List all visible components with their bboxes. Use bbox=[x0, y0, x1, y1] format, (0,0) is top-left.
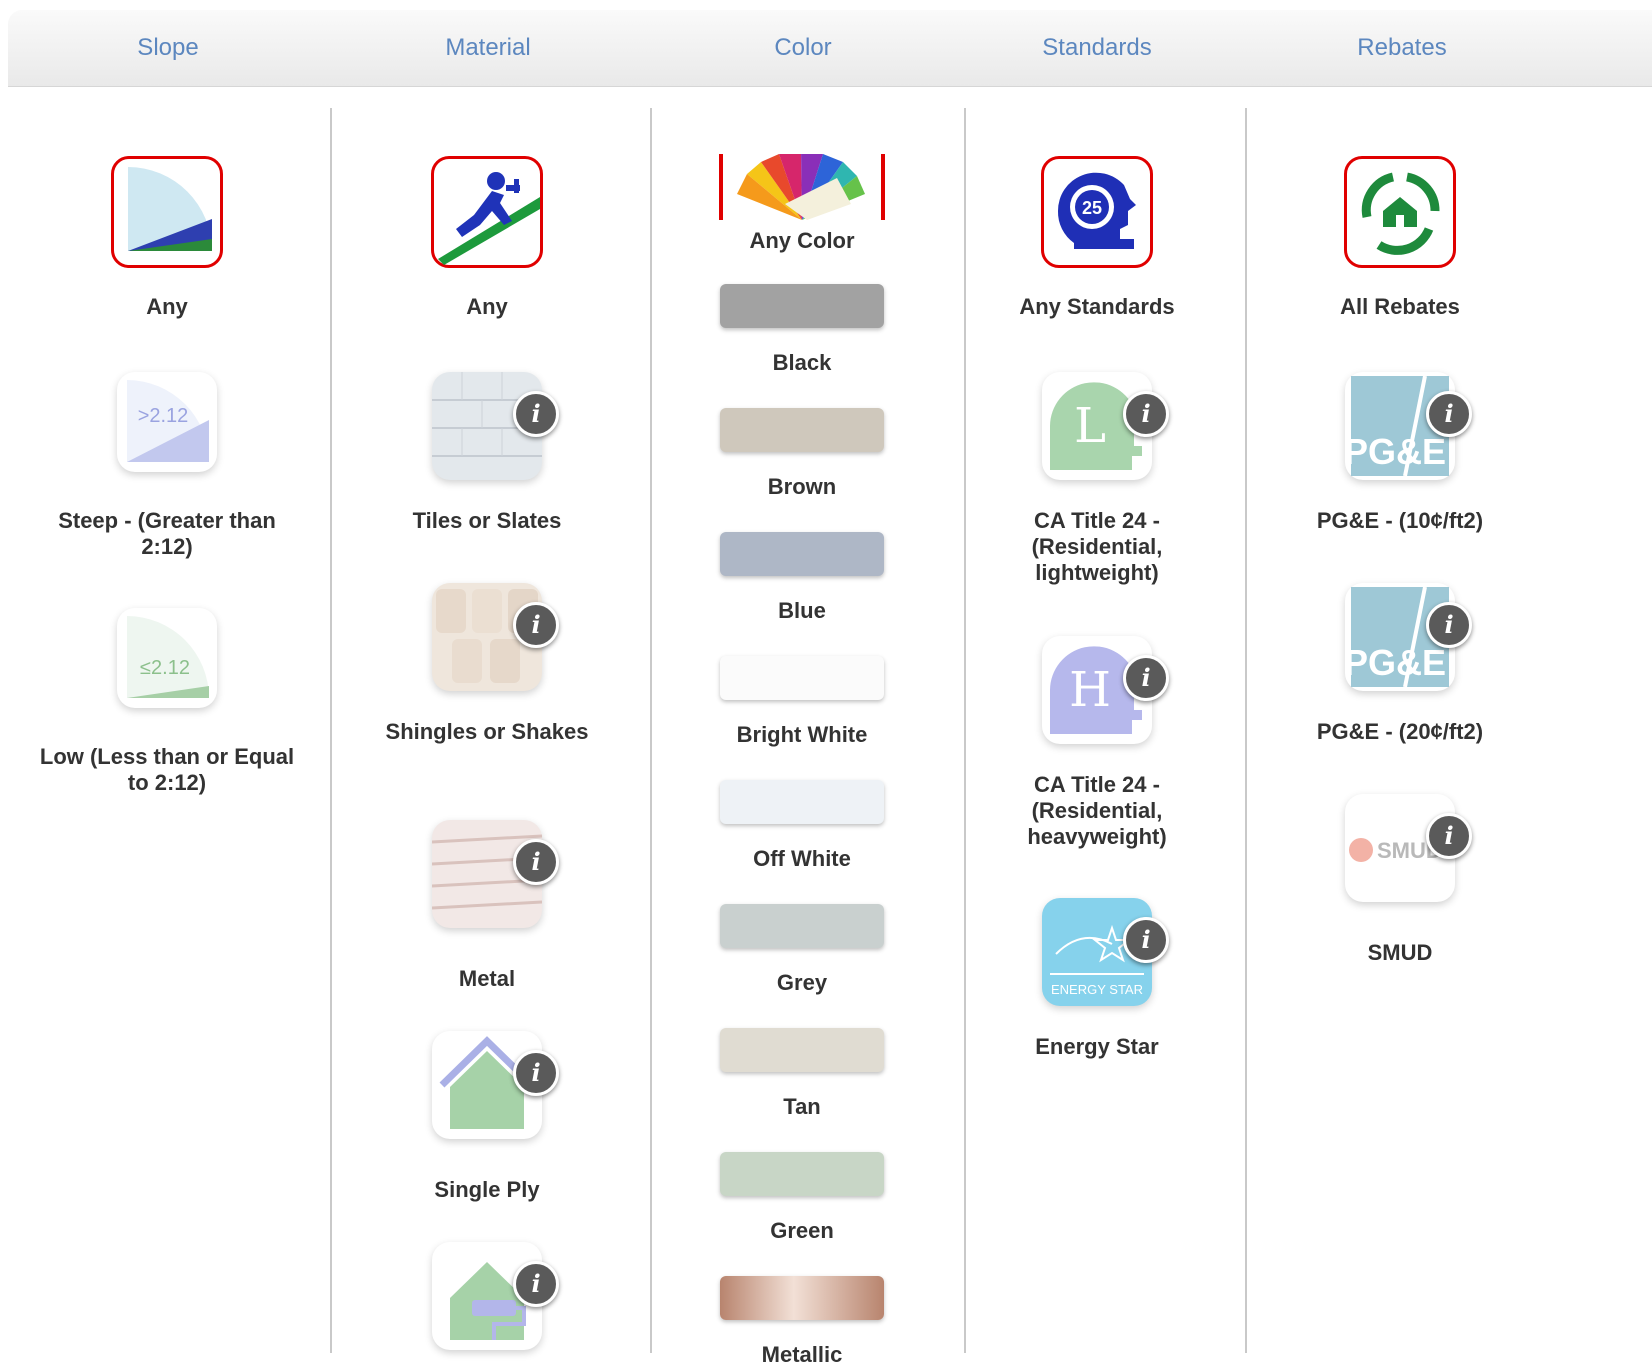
material-option-tiles[interactable]: i Tiles or Slates bbox=[357, 372, 617, 572]
slope-label: Steep - (Greater than 2:12) bbox=[58, 508, 276, 559]
info-icon[interactable]: i bbox=[513, 839, 559, 885]
color-swatch[interactable] bbox=[720, 656, 884, 700]
color-swatch[interactable] bbox=[720, 1152, 884, 1196]
low-slope-icon: ≤2.12 bbox=[117, 608, 217, 708]
svg-text:PG&E: PG&E bbox=[1345, 642, 1446, 683]
info-icon[interactable]: i bbox=[513, 602, 559, 648]
column-divider bbox=[964, 108, 966, 1353]
info-icon[interactable]: i bbox=[1123, 917, 1169, 963]
standards-option-energy-star[interactable]: ENERGY STAR i Energy Star bbox=[967, 898, 1227, 1068]
svg-text:H: H bbox=[1069, 662, 1111, 718]
steep-slope-icon: >2.12 bbox=[117, 372, 217, 472]
info-icon[interactable]: i bbox=[513, 391, 559, 437]
tab-rebates[interactable]: Rebates bbox=[1357, 34, 1446, 62]
standards-option-any[interactable]: 25 Any Standards bbox=[967, 156, 1227, 326]
info-icon[interactable]: i bbox=[513, 1050, 559, 1096]
color-swatch[interactable] bbox=[720, 1276, 884, 1320]
color-option-any[interactable]: Any Color bbox=[712, 150, 892, 260]
standards-label: CA Title 24 - (Residential, lightweight) bbox=[1031, 508, 1163, 585]
color-label: Metallic bbox=[761, 1342, 843, 1367]
svg-text:L: L bbox=[1074, 398, 1106, 454]
color-label: Brown bbox=[767, 474, 837, 499]
color-label: Grey bbox=[776, 970, 828, 995]
roofer-icon bbox=[431, 156, 543, 268]
info-icon[interactable]: i bbox=[1123, 655, 1169, 701]
standards-option-ca-title24-light[interactable]: L i CA Title 24 - (Residential, lightwei… bbox=[967, 372, 1227, 602]
rebates-label: PG&E - (10¢/ft2) bbox=[1316, 508, 1484, 533]
slope-any-icon bbox=[111, 156, 223, 268]
info-icon[interactable]: i bbox=[1426, 391, 1472, 437]
svg-text:>2.12: >2.12 bbox=[138, 405, 189, 427]
color-fan-icon bbox=[719, 154, 885, 220]
slope-label: Any bbox=[146, 294, 188, 319]
standards-option-ca-title24-heavy[interactable]: H i CA Title 24 - (Residential, heavywei… bbox=[967, 636, 1227, 866]
material-option-shingles[interactable]: i Shingles or Shakes bbox=[357, 583, 617, 783]
tab-slope[interactable]: Slope bbox=[137, 34, 198, 62]
color-label: Any Color bbox=[749, 228, 855, 253]
rebates-label: PG&E - (20¢/ft2) bbox=[1316, 719, 1484, 744]
rebates-option-all[interactable]: All Rebates bbox=[1270, 156, 1530, 326]
info-icon[interactable]: i bbox=[1426, 813, 1472, 859]
slope-option-any[interactable]: Any bbox=[37, 156, 297, 326]
tab-material[interactable]: Material bbox=[445, 34, 530, 62]
color-label: Black bbox=[772, 350, 832, 375]
column-divider bbox=[650, 108, 652, 1353]
slope-label: Low (Less than or Equal to 2:12) bbox=[39, 744, 295, 795]
tab-standards[interactable]: Standards bbox=[1042, 34, 1151, 62]
color-swatch[interactable] bbox=[720, 408, 884, 452]
color-swatch[interactable] bbox=[720, 904, 884, 948]
rebates-label: SMUD bbox=[1367, 940, 1433, 965]
rebates-option-pge-20[interactable]: PG&E i PG&E - (20¢/ft2) bbox=[1270, 583, 1530, 753]
info-icon[interactable]: i bbox=[1426, 602, 1472, 648]
column-divider bbox=[330, 108, 332, 1353]
color-swatch[interactable] bbox=[720, 1028, 884, 1072]
color-label: Bright White bbox=[736, 722, 868, 747]
color-label: Off White bbox=[753, 846, 851, 871]
measuring-tape-icon: 25 bbox=[1041, 156, 1153, 268]
color-swatch[interactable] bbox=[720, 284, 884, 328]
color-swatch[interactable] bbox=[720, 780, 884, 824]
color-label: Blue bbox=[778, 598, 826, 623]
svg-text:ENERGY STAR: ENERGY STAR bbox=[1051, 982, 1143, 997]
material-option-coating[interactable]: i bbox=[357, 1242, 617, 1353]
color-label: Green bbox=[770, 1218, 834, 1243]
column-divider bbox=[1245, 108, 1247, 1353]
svg-text:PG&E: PG&E bbox=[1345, 431, 1446, 472]
material-label: Metal bbox=[458, 966, 516, 991]
material-option-metal[interactable]: i Metal bbox=[357, 820, 617, 991]
standards-label: CA Title 24 - (Residential, heavyweight) bbox=[1027, 772, 1167, 849]
material-option-single-ply[interactable]: i Single Ply bbox=[357, 1031, 617, 1202]
standards-label: Any Standards bbox=[1019, 294, 1175, 319]
svg-text:≤2.12: ≤2.12 bbox=[140, 657, 190, 679]
rebates-label: All Rebates bbox=[1340, 294, 1460, 319]
rebates-option-pge-10[interactable]: PG&E i PG&E - (10¢/ft2) bbox=[1270, 372, 1530, 542]
material-label: Shingles or Shakes bbox=[385, 719, 589, 744]
standards-label: Energy Star bbox=[1035, 1034, 1159, 1059]
rebates-option-smud[interactable]: SMUD i SMUD bbox=[1270, 794, 1530, 965]
color-swatch[interactable] bbox=[720, 532, 884, 576]
material-label: Tiles or Slates bbox=[412, 508, 562, 533]
material-label: Single Ply bbox=[434, 1177, 540, 1202]
color-label: Tan bbox=[783, 1094, 821, 1119]
info-icon[interactable]: i bbox=[1123, 391, 1169, 437]
tab-color[interactable]: Color bbox=[774, 34, 831, 62]
info-icon[interactable]: i bbox=[513, 1261, 559, 1307]
slope-option-steep[interactable]: >2.12 Steep - (Greater than 2:12) bbox=[37, 372, 297, 572]
material-label: Any bbox=[466, 294, 508, 319]
slope-option-low[interactable]: ≤2.12 Low (Less than or Equal to 2:12) bbox=[37, 608, 297, 808]
svg-text:25: 25 bbox=[1082, 198, 1102, 218]
material-option-any[interactable]: Any bbox=[357, 156, 617, 326]
recycle-house-icon bbox=[1344, 156, 1456, 268]
